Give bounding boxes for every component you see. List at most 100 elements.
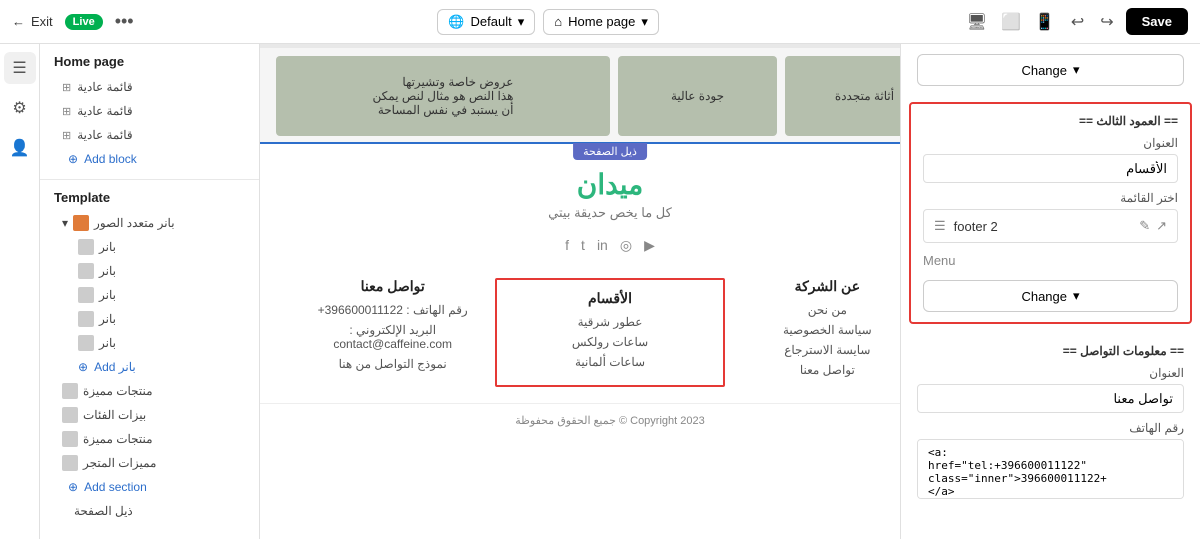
change-button-2[interactable]: Change ▾ [923, 280, 1178, 312]
footer-copyright: Copyright 2023 © جميع الحقوق محفوظة [260, 403, 900, 437]
sidebar-settings-icon[interactable]: ⚙ [4, 92, 36, 124]
nav-item-label-1: قائمة عادية [77, 80, 132, 94]
add-section-button[interactable]: ⊕ Add section [54, 475, 245, 499]
section-categories[interactable]: بيزات الفئات [54, 403, 245, 427]
redo-button[interactable]: ↪ [1096, 8, 1117, 36]
contact-email: البريد الإلكتروني : contact@caffeine.com [290, 323, 495, 351]
cat-item-3: ساعات ألمانية [507, 355, 712, 369]
topbar-right: 🖥 ⬜ 📱 ↩ ↪ Save [963, 8, 1188, 36]
template-label: Template [54, 190, 245, 205]
add-banner-icon: ⊕ [78, 360, 88, 374]
default-label: Default [471, 14, 512, 29]
third-col-title: == العمود الثالث == [923, 114, 1178, 128]
menu-list-item[interactable]: ☰ footer 2 ✎ ↗ [923, 209, 1178, 243]
add-banner-button[interactable]: ⊕ Add بانر [54, 355, 245, 379]
add-block-button[interactable]: ⊕ Add block [54, 147, 245, 171]
featured-thumb-2 [62, 431, 78, 447]
title-field-label: العنوان [923, 136, 1178, 150]
main-layout: ☰ ⚙ 👤 Home page ⊞ قائمة عادية ⊞ قائمة عا… [0, 44, 1200, 539]
default-button[interactable]: 🌐 Default ▾ [437, 9, 535, 35]
nav-item-label-2: قائمة عادية [77, 104, 132, 118]
nav-item-2[interactable]: ⊞ قائمة عادية [54, 99, 245, 123]
sidebar-users-icon[interactable]: 👤 [4, 132, 36, 164]
footer-col-contact: تواصل معنا رقم الهاتف : 396600011122+ ال… [290, 278, 495, 387]
desktop-icon[interactable]: 🖥 [963, 8, 991, 36]
home-icon: ⌂ [554, 14, 562, 29]
section-featured-1[interactable]: منتجات مميزة [54, 379, 245, 403]
change-button-1[interactable]: Change ▾ [917, 54, 1184, 86]
more-button[interactable]: ••• [115, 11, 134, 32]
hero-cards: عروض خاصة وتشيرتهاهذا النص هو مثال لنص ي… [260, 48, 900, 144]
title-field-input[interactable] [923, 154, 1178, 183]
tree-item-banner-parent[interactable]: ▾ بانر متعدد الصور [54, 211, 245, 235]
footer-columns: عن الشركة من نحن سياسة الخصوصية سايسة ال… [260, 262, 900, 403]
featured-label-2: منتجات مميزة [83, 432, 153, 446]
third-col-section: == العمود الثالث == العنوان اختر القائمة… [909, 102, 1192, 324]
divider-1 [40, 179, 259, 180]
nav-item-1[interactable]: ⊞ قائمة عادية [54, 75, 245, 99]
footer-nav-item[interactable]: ذيل الصفحة [54, 499, 245, 523]
sidebar-nav-icon[interactable]: ☰ [4, 52, 36, 84]
instagram-icon: ◎ [620, 237, 632, 254]
mobile-icon[interactable]: 📱 [1031, 8, 1059, 36]
hero-card-3: أثاثة متجددة [785, 56, 900, 136]
contact-title: تواصل معنا [290, 278, 495, 295]
child-thumb-1 [78, 239, 94, 255]
banner-thumb [73, 215, 89, 231]
contact-form: نموذج التواصل من هنا [290, 357, 495, 371]
footer-social: f t in ◎ ▶ [260, 229, 900, 262]
footer-nav-label: ذيل الصفحة [74, 504, 133, 518]
homepage-label: Home page [568, 14, 635, 29]
about-title: عن الشركة [725, 278, 900, 295]
device-icons: 🖥 ⬜ 📱 [963, 8, 1059, 36]
nav-item-3[interactable]: ⊞ قائمة عادية [54, 123, 245, 147]
hero-card-3-text: أثاثة متجددة [835, 89, 894, 103]
section-features[interactable]: مميزات المتجر [54, 451, 245, 475]
child-label-2: بانر [99, 264, 116, 278]
featured-thumb-1 [62, 383, 78, 399]
hero-card-2-text: جودة عالية [671, 89, 724, 103]
homepage-button[interactable]: ⌂ Home page ▾ [543, 9, 659, 35]
brand-name: ميدان [260, 168, 900, 201]
featured-label-1: منتجات مميزة [83, 384, 153, 398]
features-thumb [62, 455, 78, 471]
tablet-icon[interactable]: ⬜ [997, 8, 1025, 36]
chevron-down-icon: ▾ [1073, 62, 1080, 78]
tree-child-5[interactable]: بانر [54, 331, 245, 355]
child-label-3: بانر [99, 288, 116, 302]
exit-arrow-icon: ← [12, 14, 25, 29]
exit-label: Exit [31, 14, 53, 29]
exit-button[interactable]: ← Exit [12, 14, 53, 29]
tree-child-3[interactable]: بانر [54, 283, 245, 307]
tree-child-2[interactable]: بانر [54, 259, 245, 283]
nav-panel: Home page ⊞ قائمة عادية ⊞ قائمة عادية ⊞ … [40, 44, 260, 539]
facebook-icon: f [565, 237, 569, 254]
contact-title-input[interactable] [917, 384, 1184, 413]
external-link-icon[interactable]: ↗ [1156, 218, 1167, 234]
tree-child-4[interactable]: بانر [54, 307, 245, 331]
template-section: Template ▾ بانر متعدد الصور بانر بانر با… [40, 184, 259, 529]
page-indicator: ذيل الصفحة [573, 143, 647, 160]
categories-label: بيزات الفئات [83, 408, 146, 422]
youtube-icon: ▶ [644, 237, 655, 254]
phone-textarea[interactable]: <a: href="tel:+396600011122" class="inne… [917, 439, 1184, 499]
topbar-center: 🌐 Default ▾ ⌂ Home page ▾ [437, 9, 659, 35]
section-featured-2[interactable]: منتجات مميزة [54, 427, 245, 451]
save-button[interactable]: Save [1126, 8, 1188, 35]
nav-item-label-3: قائمة عادية [77, 128, 132, 142]
footer-col-about: عن الشركة من نحن سياسة الخصوصية سايسة ال… [725, 278, 900, 387]
phone-label: رقم الهاتف [917, 421, 1184, 435]
edit-icon[interactable]: ✎ [1139, 218, 1150, 234]
tree-child-1[interactable]: بانر [54, 235, 245, 259]
nav-item-icon-2: ⊞ [62, 105, 71, 118]
hero-card-1-text: عروض خاصة وتشيرتهاهذا النص هو مثال لنص ي… [373, 75, 514, 117]
list-field-label: اختر القائمة [923, 191, 1178, 205]
about-item-3: سايسة الاسترجاع [725, 343, 900, 357]
about-item-2: سياسة الخصوصية [725, 323, 900, 337]
contact-phone: رقم الهاتف : 396600011122+ [290, 303, 495, 317]
topbar: ← Exit Live ••• 🌐 Default ▾ ⌂ Home page … [0, 0, 1200, 44]
child-thumb-2 [78, 263, 94, 279]
menu-list-icon: ☰ [934, 218, 946, 234]
add-banner-label: Add بانر [94, 360, 136, 374]
undo-button[interactable]: ↩ [1067, 8, 1088, 36]
